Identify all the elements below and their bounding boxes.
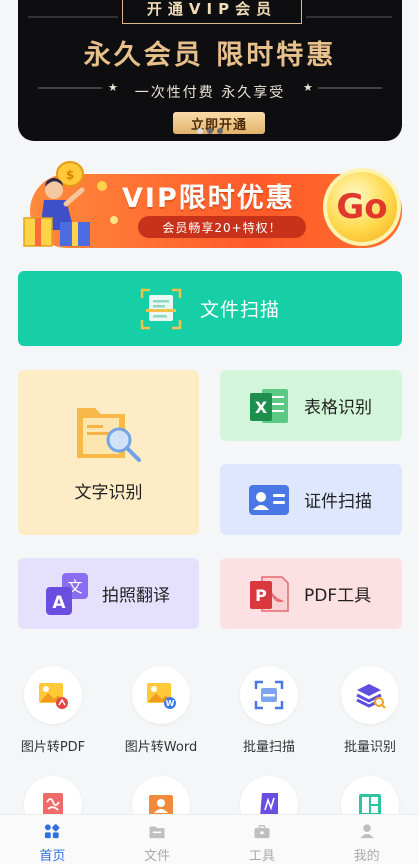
svg-text:P: P xyxy=(255,586,267,605)
profile-icon xyxy=(359,824,374,839)
svg-text:W: W xyxy=(166,699,175,708)
nav-home[interactable]: 首页 xyxy=(0,815,105,864)
toolbox-icon xyxy=(254,825,270,839)
id-card-icon xyxy=(249,484,289,515)
id-scan-label: 证件扫描 xyxy=(304,492,372,512)
banner-subtitle: 一次性付费 永久享受 xyxy=(134,85,286,101)
image-to-word-tool[interactable]: W 图片转Word xyxy=(111,666,211,755)
text-recognition-card[interactable]: 文字识别 xyxy=(18,370,199,535)
excel-icon: X xyxy=(250,388,288,423)
image-to-pdf-tool[interactable]: 图片转PDF xyxy=(3,666,103,755)
nav-profile[interactable]: 我的 xyxy=(314,815,419,864)
nav-tools-label: 工具 xyxy=(248,849,275,864)
image-to-word-icon: W xyxy=(132,666,190,724)
photo-translate-card[interactable]: 文 A 拍照翻译 xyxy=(18,558,199,629)
folder-icon xyxy=(149,826,165,839)
nav-files-label: 文件 xyxy=(144,849,171,864)
svg-text:$: $ xyxy=(66,168,74,182)
go-button[interactable]: Go xyxy=(323,168,401,246)
scan-document-icon xyxy=(140,288,182,329)
carousel-indicator xyxy=(18,128,402,134)
photo-translate-label: 拍照翻译 xyxy=(102,586,170,606)
batch-scan-icon xyxy=(240,666,298,724)
text-recognition-label: 文字识别 xyxy=(74,483,143,503)
batch-scan-label: 批量扫描 xyxy=(242,740,295,755)
svg-text:X: X xyxy=(255,398,268,417)
nav-profile-label: 我的 xyxy=(353,849,380,864)
nav-tools[interactable]: 工具 xyxy=(210,815,315,864)
banner-title: 开通VIP会员 xyxy=(122,0,302,24)
pdf-icon: P xyxy=(250,575,289,612)
vip-promo-title: VIP限时优惠 xyxy=(122,183,295,214)
nav-files[interactable]: 文件 xyxy=(105,815,210,864)
image-to-word-label: 图片转Word xyxy=(124,740,198,755)
bottom-navigation: 首页 文件 工具 我的 xyxy=(0,814,419,864)
translate-icon: 文 A xyxy=(46,572,88,615)
batch-recognize-label: 批量识别 xyxy=(343,740,396,755)
pdf-tools-card[interactable]: P PDF工具 xyxy=(220,558,402,629)
batch-recognize-tool[interactable]: 批量识别 xyxy=(320,666,419,755)
image-to-pdf-label: 图片转PDF xyxy=(20,740,86,755)
svg-text:A: A xyxy=(52,593,66,613)
vip-promo-banner[interactable]: $ VIP限时优惠 会员畅享20+特权！ Go xyxy=(18,160,402,252)
nav-home-label: 首页 xyxy=(39,849,66,864)
pdf-tools-label: PDF工具 xyxy=(304,586,372,606)
batch-recognize-icon xyxy=(341,666,399,724)
promo-person-gift-icon: $ xyxy=(23,161,118,247)
table-recognition-card[interactable]: X 表格识别 xyxy=(220,370,402,441)
id-scan-card[interactable]: 证件扫描 xyxy=(220,464,402,535)
vip-promo-subtitle: 会员畅享20+特权！ xyxy=(138,216,306,238)
banner-headline: 永久会员 限时特惠 xyxy=(83,40,337,71)
batch-scan-tool[interactable]: 批量扫描 xyxy=(219,666,319,755)
vip-membership-banner[interactable]: 开通VIP会员 永久会员 限时特惠 ★ ★ 一次性付费 永久享受 立即开通 xyxy=(18,0,402,141)
file-scan-label: 文件扫描 xyxy=(199,299,280,321)
image-to-pdf-icon xyxy=(24,666,82,724)
table-recognition-label: 表格识别 xyxy=(304,398,372,418)
home-icon xyxy=(45,824,60,839)
text-recognition-icon xyxy=(76,408,141,462)
file-scan-button[interactable]: 文件扫描 xyxy=(18,271,402,346)
